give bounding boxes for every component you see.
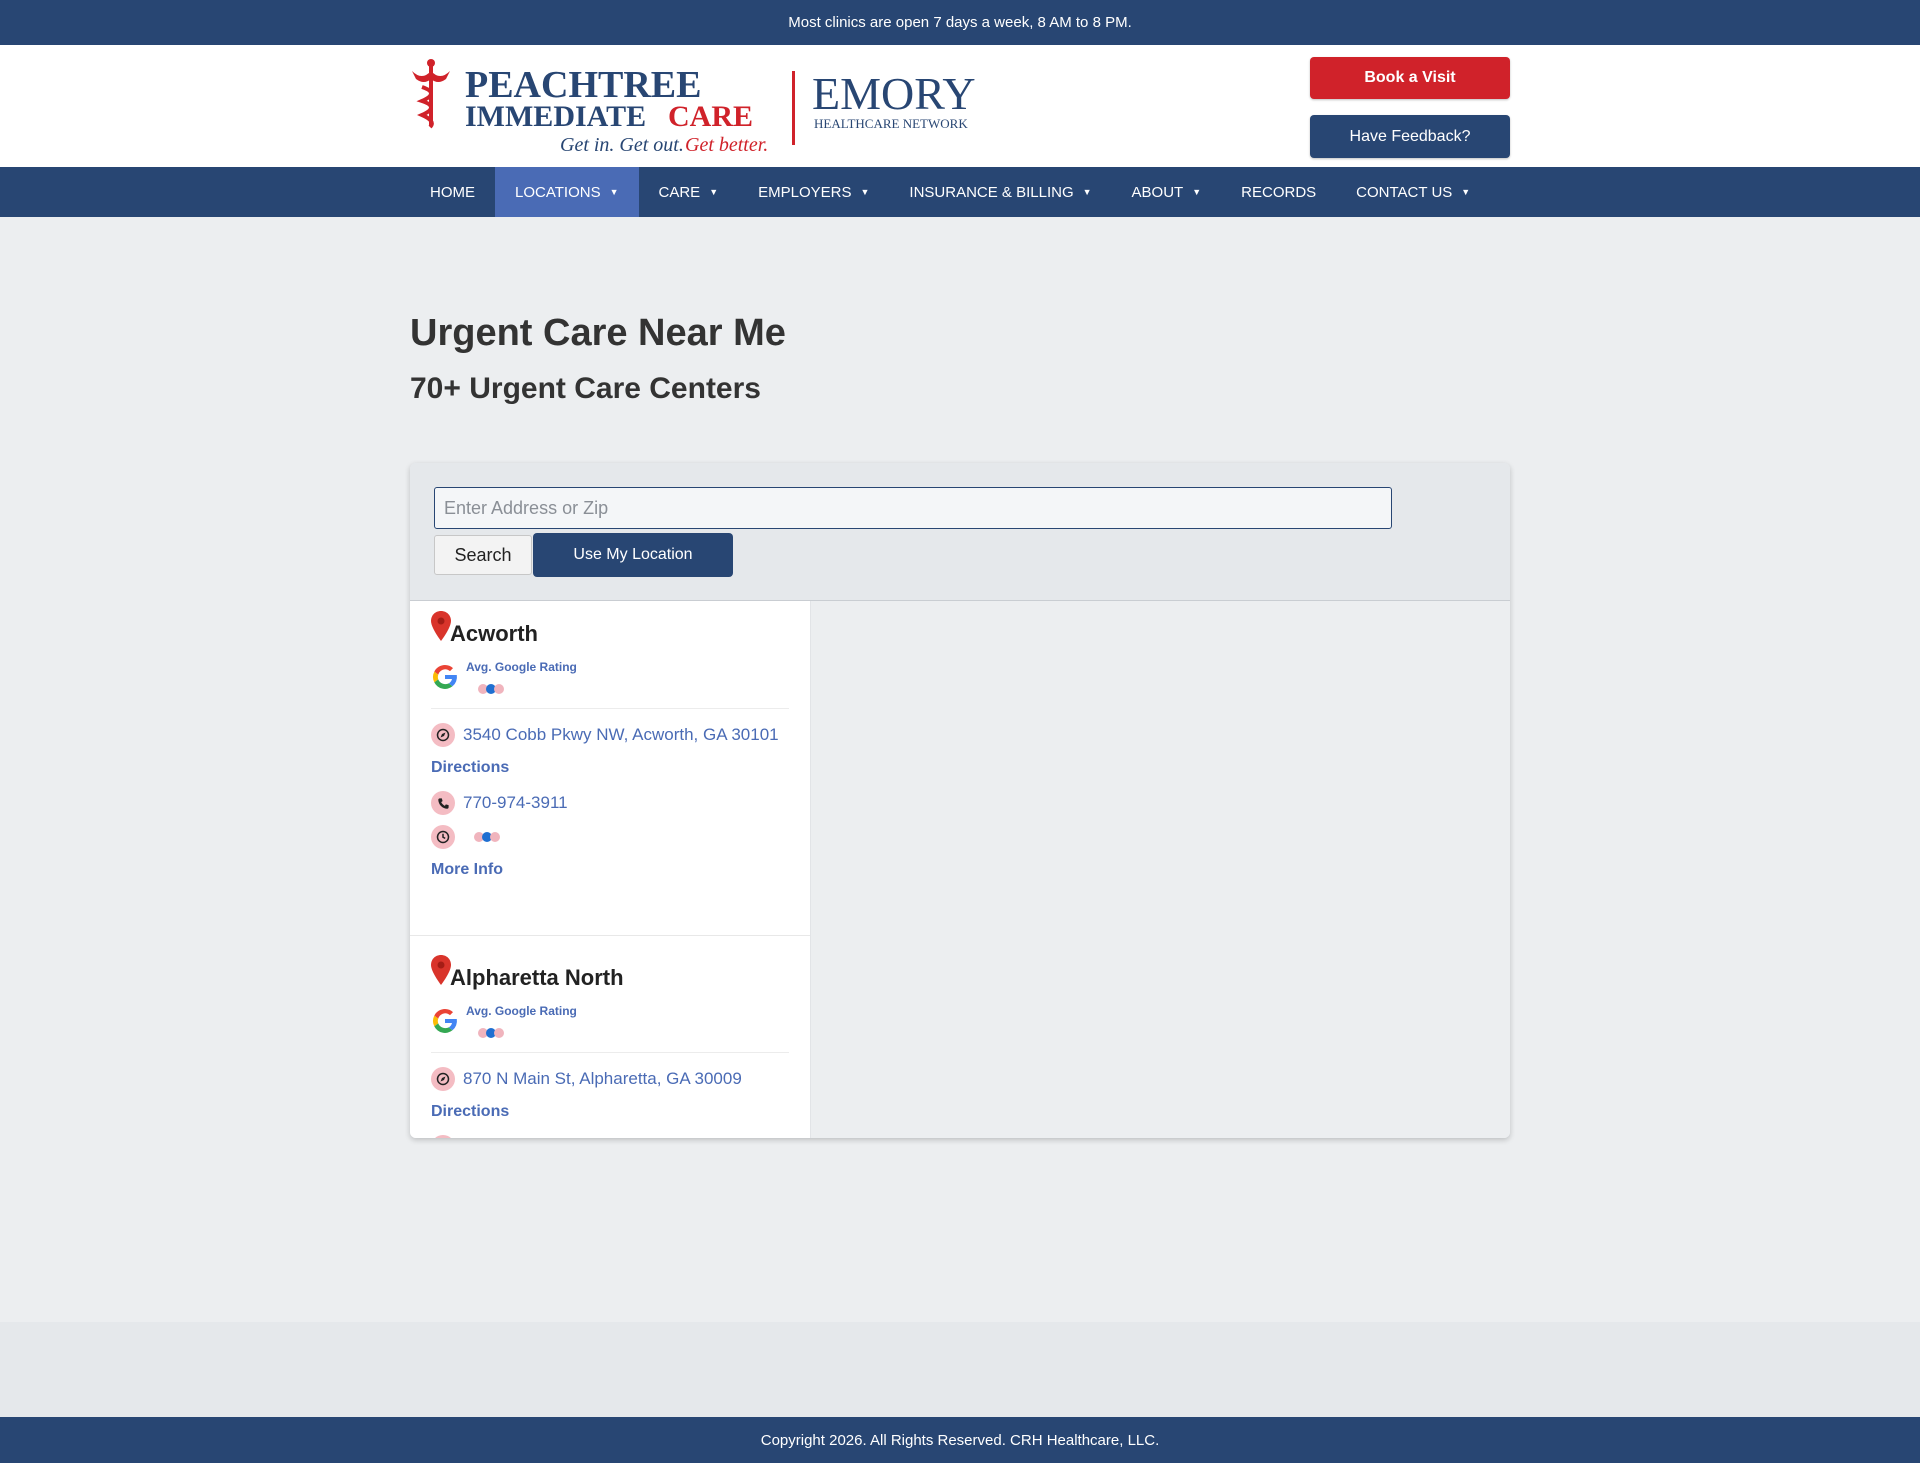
location-card: Acworth Avg. Google Rating 3540 Cobb Pkw…	[410, 601, 810, 945]
more-info-link[interactable]: More Info	[431, 861, 503, 879]
site-header: PEACHTREE IMMEDIATE CARE Get in. Get out…	[0, 45, 1920, 167]
map-pin-icon	[431, 955, 451, 985]
google-rating-label: Avg. Google Rating	[466, 660, 577, 674]
card-divider	[410, 935, 810, 936]
compass-icon	[431, 1067, 455, 1091]
announcement-text: Most clinics are open 7 days a week, 8 A…	[788, 14, 1132, 31]
location-address[interactable]: 870 N Main St, Alpharetta, GA 30009	[463, 1069, 742, 1089]
feedback-button[interactable]: Have Feedback?	[1310, 115, 1510, 158]
copyright-text: Copyright 2026. All Rights Reserved. CRH…	[760, 1431, 1160, 1449]
map-panel[interactable]	[811, 601, 1510, 1138]
caret-down-icon: ▼	[860, 187, 870, 197]
caret-down-icon: ▼	[609, 187, 619, 197]
phone-icon	[431, 1135, 455, 1138]
phone-icon	[431, 791, 455, 815]
clock-icon	[431, 825, 455, 849]
caret-down-icon: ▼	[709, 187, 719, 197]
nav-item-care[interactable]: CARE ▼	[639, 167, 739, 217]
announcement-bar: Most clinics are open 7 days a week, 8 A…	[0, 0, 1920, 45]
location-list[interactable]: Acworth Avg. Google Rating 3540 Cobb Pkw…	[410, 601, 811, 1138]
caduceus-icon	[412, 59, 450, 129]
peachtree-emory-logo[interactable]: PEACHTREE IMMEDIATE CARE Get in. Get out…	[408, 57, 988, 157]
nav-item-about[interactable]: ABOUT ▼	[1112, 167, 1222, 217]
google-rating-label: Avg. Google Rating	[466, 1004, 577, 1018]
directions-link[interactable]: Directions	[431, 1103, 509, 1121]
nav-item-contact-us[interactable]: CONTACT US ▼	[1336, 167, 1490, 217]
nav-item-records[interactable]: RECORDS	[1221, 167, 1336, 217]
map-pin-icon	[431, 611, 451, 641]
divider	[431, 1052, 789, 1053]
svg-text:HEALTHCARE NETWORK: HEALTHCARE NETWORK	[814, 116, 968, 131]
caret-down-icon: ▼	[1192, 187, 1202, 197]
svg-text:CARE: CARE	[668, 100, 753, 133]
hours-loading-indicator	[474, 832, 500, 842]
location-phone[interactable]: 770-974-3911	[463, 793, 568, 813]
page-title: Urgent Care Near Me	[410, 312, 786, 354]
directions-link[interactable]: Directions	[431, 759, 509, 777]
rating-loading-indicator	[478, 1028, 504, 1038]
nav-item-employers[interactable]: EMPLOYERS ▼	[738, 167, 889, 217]
book-visit-button[interactable]: Book a Visit	[1310, 57, 1510, 99]
google-icon	[433, 1009, 457, 1033]
divider	[431, 708, 789, 709]
nav-item-home[interactable]: HOME	[410, 167, 495, 217]
site-footer: Copyright 2026. All Rights Reserved. CRH…	[0, 1417, 1920, 1463]
caret-down-icon: ▼	[1082, 187, 1092, 197]
location-card: Alpharetta North Avg. Google Rating 870 …	[410, 945, 810, 1138]
location-address[interactable]: 3540 Cobb Pkwy NW, Acworth, GA 30101	[463, 725, 779, 745]
svg-text:IMMEDIATE: IMMEDIATE	[465, 100, 646, 133]
caret-down-icon: ▼	[1461, 187, 1471, 197]
location-name[interactable]: Alpharetta North	[450, 965, 624, 991]
rating-loading-indicator	[478, 684, 504, 694]
svg-text:Get in. Get out.: Get in. Get out.	[560, 134, 684, 156]
search-panel: Search Use My Location	[410, 463, 1510, 601]
page-subtitle: 70+ Urgent Care Centers	[410, 372, 761, 405]
footer-band	[0, 1322, 1920, 1417]
search-button[interactable]: Search	[434, 535, 532, 575]
address-search-input[interactable]	[434, 487, 1392, 529]
compass-icon	[431, 723, 455, 747]
svg-text:Get better.: Get better.	[685, 134, 768, 156]
svg-text:EMORY: EMORY	[812, 68, 976, 119]
main-nav: HOME LOCATIONS ▼ CARE ▼ EMPLOYERS ▼ INSURAN…	[0, 167, 1920, 217]
location-finder: Search Use My Location Acworth Avg. Goog…	[410, 463, 1510, 1138]
nav-item-insurance-billing[interactable]: INSURANCE & BILLING ▼	[889, 167, 1111, 217]
nav-item-locations[interactable]: LOCATIONS ▼	[495, 167, 639, 217]
use-my-location-button[interactable]: Use My Location	[533, 533, 733, 577]
google-icon	[433, 665, 457, 689]
location-name[interactable]: Acworth	[450, 621, 538, 647]
